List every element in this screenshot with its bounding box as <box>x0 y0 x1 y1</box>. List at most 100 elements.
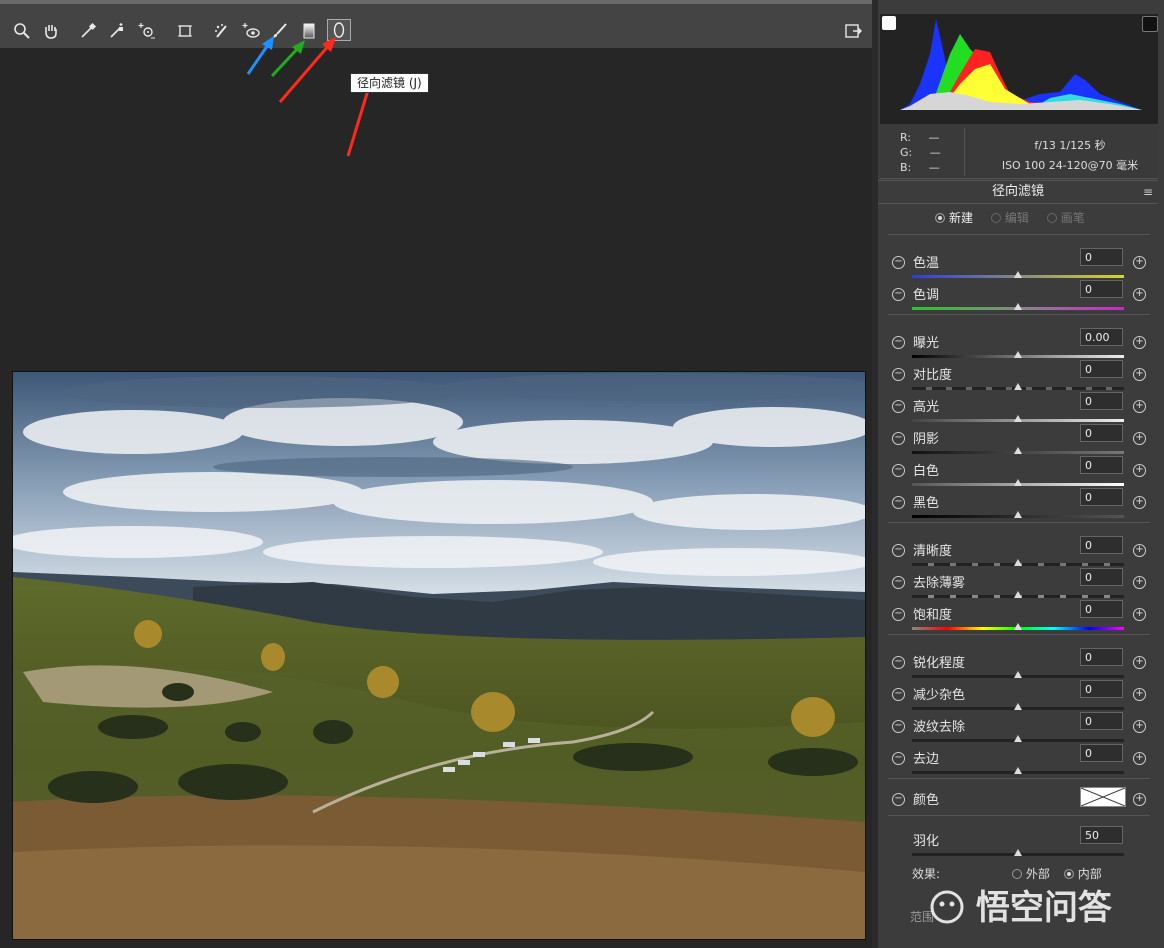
panel-title: 径向滤镜 <box>878 180 1158 204</box>
slider-value-field[interactable]: 0 <box>1080 648 1123 666</box>
fullscreen-toggle-icon[interactable] <box>843 20 863 42</box>
decrease-icon[interactable]: − <box>892 496 905 509</box>
slider-knob[interactable] <box>1014 383 1022 390</box>
slider-label: 高光 <box>913 400 940 415</box>
mode-brush[interactable]: 画笔 <box>1046 211 1085 225</box>
increase-icon[interactable]: + <box>1133 608 1146 621</box>
panel-menu-icon[interactable]: ≡ <box>1143 185 1153 199</box>
feather-slider-knob[interactable] <box>1014 849 1022 856</box>
hand-tool-icon[interactable] <box>41 20 61 42</box>
decrease-icon[interactable]: − <box>892 368 905 381</box>
increase-icon[interactable]: + <box>1133 400 1146 413</box>
slider-knob[interactable] <box>1014 703 1022 710</box>
highlight-clipping-warning-icon[interactable] <box>1142 16 1158 32</box>
slider-row: − 黑色 0 + <box>890 488 1158 524</box>
slider-knob[interactable] <box>1014 351 1022 358</box>
slider-value-field[interactable]: 0 <box>1080 456 1123 474</box>
slider-knob[interactable] <box>1014 735 1022 742</box>
increase-icon[interactable]: + <box>1133 432 1146 445</box>
histogram <box>880 14 1158 124</box>
decrease-icon[interactable]: − <box>892 720 905 733</box>
decrease-icon[interactable]: − <box>892 656 905 669</box>
slider-label: 去除薄雾 <box>913 576 966 591</box>
slider-label: 黑色 <box>913 496 940 511</box>
slider-knob[interactable] <box>1014 591 1022 598</box>
increase-icon[interactable]: + <box>1133 720 1146 733</box>
green-arrow-icon <box>270 40 305 78</box>
slider-value-field[interactable]: 0 <box>1080 488 1123 506</box>
increase-icon[interactable]: + <box>1133 464 1146 477</box>
mode-new[interactable]: 新建 <box>935 211 973 225</box>
slider-value-field[interactable]: 0 <box>1080 680 1123 698</box>
spot-removal-tool-icon[interactable] <box>212 20 232 42</box>
increase-icon[interactable]: + <box>1133 656 1146 669</box>
slider-knob[interactable] <box>1014 559 1022 566</box>
camera-info: f/13 1/125 秒 ISO 100 24-120@70 毫米 <box>1001 139 1139 172</box>
slider-value-field[interactable]: 0.00 <box>1080 328 1123 346</box>
slider-label: 白色 <box>913 464 940 479</box>
photo-preview[interactable] <box>12 371 866 940</box>
slider-knob[interactable] <box>1014 303 1022 310</box>
decrease-icon[interactable]: − <box>892 400 905 413</box>
increase-icon[interactable]: + <box>1133 544 1146 557</box>
color-swatch[interactable] <box>1080 787 1126 807</box>
slider-label: 减少杂色 <box>913 688 966 703</box>
slider-value-field[interactable]: 0 <box>1080 600 1123 618</box>
targeted-adjustment-tool-icon[interactable] <box>137 20 157 42</box>
rgb-readout: R: — G: — B: — <box>900 131 941 174</box>
slider-value-field[interactable]: 0 <box>1080 568 1123 586</box>
slider-knob[interactable] <box>1014 623 1022 630</box>
effect-inside-radio[interactable]: 内部 <box>1063 867 1102 881</box>
increase-icon[interactable]: + <box>1133 256 1146 269</box>
increase-icon[interactable]: + <box>1133 496 1146 509</box>
slider-knob[interactable] <box>1014 767 1022 774</box>
increase-icon[interactable]: + <box>1133 576 1146 589</box>
slider-row: − 去边 0 + <box>890 744 1158 780</box>
slider-value-field[interactable]: 0 <box>1080 744 1123 762</box>
slider-knob[interactable] <box>1014 271 1022 278</box>
transform-tool-icon[interactable] <box>175 20 195 42</box>
slider-value-field[interactable]: 0 <box>1080 280 1123 298</box>
white-balance-tool-icon[interactable] <box>78 20 98 42</box>
decrease-icon[interactable]: − <box>892 752 905 765</box>
decrease-icon[interactable]: − <box>892 688 905 701</box>
decrease-icon[interactable]: − <box>892 464 905 477</box>
feather-value[interactable]: 50 <box>1080 826 1123 844</box>
mode-selector: 新建 编辑 画笔 <box>935 209 1085 226</box>
red-arrow-icon <box>278 37 336 103</box>
color-sampler-tool-icon[interactable] <box>107 20 127 42</box>
toolbar <box>0 0 872 48</box>
effect-outside-radio[interactable]: 外部 <box>1011 867 1050 881</box>
mode-edit[interactable]: 编辑 <box>990 211 1029 225</box>
color-minus-icon[interactable]: − <box>892 793 905 806</box>
increase-icon[interactable]: + <box>1133 368 1146 381</box>
decrease-icon[interactable]: − <box>892 256 905 269</box>
decrease-icon[interactable]: − <box>892 608 905 621</box>
slider-value-field[interactable]: 0 <box>1080 424 1123 442</box>
slider-label: 对比度 <box>913 368 953 383</box>
decrease-icon[interactable]: − <box>892 576 905 589</box>
slider-knob[interactable] <box>1014 415 1022 422</box>
slider-knob[interactable] <box>1014 671 1022 678</box>
watermark: 悟空问答 <box>930 880 1112 929</box>
increase-icon[interactable]: + <box>1133 752 1146 765</box>
shadow-clipping-warning-icon[interactable] <box>882 16 896 30</box>
slider-knob[interactable] <box>1014 479 1022 486</box>
color-plus-icon[interactable]: + <box>1133 793 1146 806</box>
slider-value-field[interactable]: 0 <box>1080 248 1123 266</box>
slider-value-field[interactable]: 0 <box>1080 536 1123 554</box>
decrease-icon[interactable]: − <box>892 432 905 445</box>
slider-value-field[interactable]: 0 <box>1080 392 1123 410</box>
slider-knob[interactable] <box>1014 447 1022 454</box>
zoom-tool-icon[interactable] <box>12 20 32 42</box>
increase-icon[interactable]: + <box>1133 288 1146 301</box>
increase-icon[interactable]: + <box>1133 336 1146 349</box>
decrease-icon[interactable]: − <box>892 544 905 557</box>
decrease-icon[interactable]: − <box>892 288 905 301</box>
annotation-arrows <box>246 36 374 157</box>
slider-value-field[interactable]: 0 <box>1080 360 1123 378</box>
slider-knob[interactable] <box>1014 511 1022 518</box>
decrease-icon[interactable]: − <box>892 336 905 349</box>
slider-value-field[interactable]: 0 <box>1080 712 1123 730</box>
increase-icon[interactable]: + <box>1133 688 1146 701</box>
